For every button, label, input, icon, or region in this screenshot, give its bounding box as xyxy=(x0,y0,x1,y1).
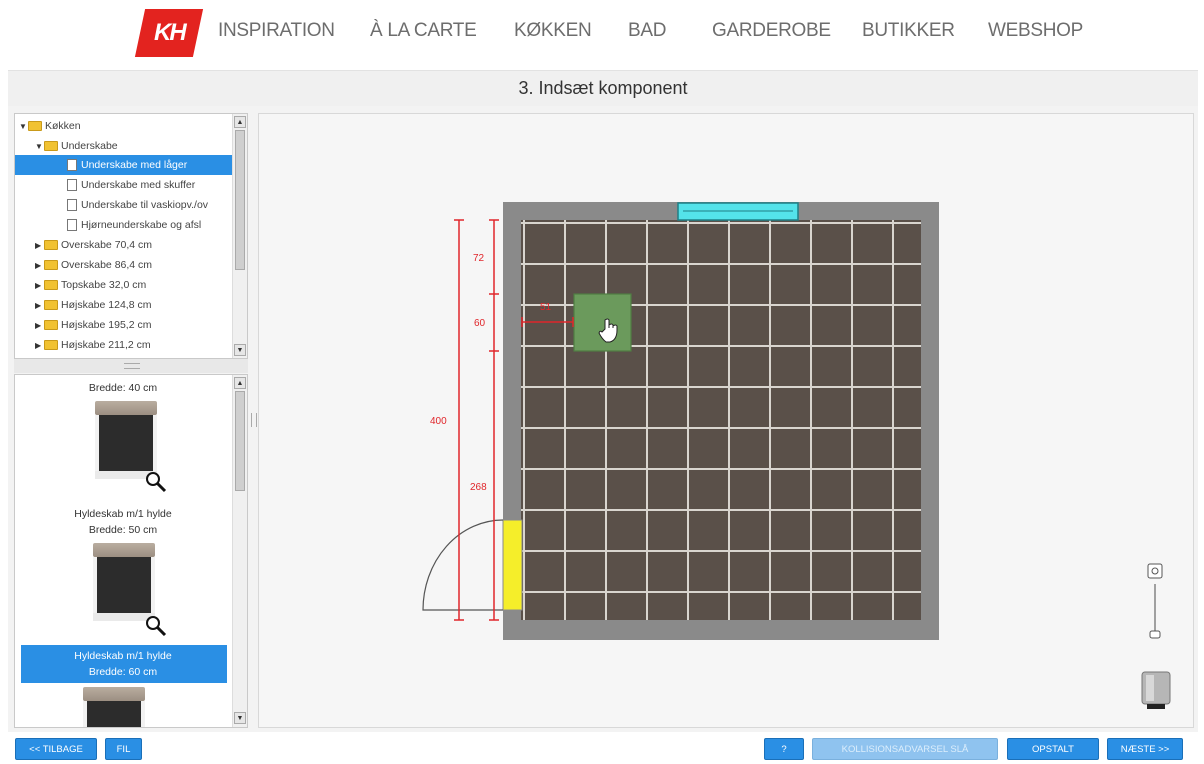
file-button[interactable]: FIL xyxy=(105,738,142,760)
tree-item-hojskabe-195[interactable]: ▶ Højskabe 195,2 cm xyxy=(35,315,233,335)
dimension-component: 60 xyxy=(474,318,486,329)
tree-item-underskabe-med-skuffer[interactable]: Underskabe med skuffer xyxy=(67,175,233,195)
tree-item-label: Topskabe 32,0 cm xyxy=(61,279,147,291)
folder-icon xyxy=(44,141,58,151)
tree-item-topskabe[interactable]: ▶ Topskabe 32,0 cm xyxy=(35,275,233,295)
expand-right-icon[interactable]: ▶ xyxy=(35,241,44,250)
tree-item-label: Underskabe xyxy=(61,140,118,152)
product-width-label: Bredde: 50 cm xyxy=(88,524,158,536)
elevation-button[interactable]: OPSTALT xyxy=(1007,738,1099,760)
category-tree: ▼ Køkken ▼ Underskabe Underskabe med låg… xyxy=(14,113,248,359)
document-icon xyxy=(67,159,77,171)
dimension-top: 72 xyxy=(473,253,485,264)
tree-item-label: Højskabe 195,2 cm xyxy=(61,319,152,331)
document-icon xyxy=(67,179,77,191)
expand-down-icon[interactable]: ▼ xyxy=(19,122,28,131)
tree-item-hojskabe-211[interactable]: ▶ Højskabe 211,2 cm xyxy=(35,335,233,355)
zoom-magnifier-icon[interactable] xyxy=(145,615,167,637)
scrollbar-thumb[interactable] xyxy=(235,391,245,491)
document-icon xyxy=(67,199,77,211)
tree-item-label: Hjørneunderskabe og afsl xyxy=(81,219,202,231)
expand-right-icon[interactable]: ▶ xyxy=(35,321,44,330)
expand-right-icon[interactable]: ▶ xyxy=(35,281,44,290)
door-swing-arc xyxy=(422,519,504,611)
product-thumbnail-40[interactable] xyxy=(95,401,157,479)
dimension-offset: 51 xyxy=(540,302,552,313)
folder-icon xyxy=(44,240,58,250)
tree-item-underskabe-med-lager[interactable]: Underskabe med låger xyxy=(15,155,233,175)
room-floor[interactable] xyxy=(521,220,921,620)
zoom-magnifier-icon[interactable] xyxy=(145,471,167,493)
vertical-splitter[interactable] xyxy=(248,113,258,726)
scroll-up-icon[interactable]: ▲ xyxy=(234,116,246,128)
product-thumbnail-60[interactable] xyxy=(83,687,145,727)
tree-item-overskabe-70[interactable]: ▶ Overskabe 70,4 cm xyxy=(35,235,233,255)
next-button[interactable]: NÆSTE >> xyxy=(1107,738,1183,760)
dimension-bottom: 268 xyxy=(470,482,487,493)
zoom-slider-handle[interactable] xyxy=(1149,630,1161,639)
expand-right-icon[interactable]: ▶ xyxy=(35,301,44,310)
tree-item-label: Højskabe 211,2 cm xyxy=(61,339,151,351)
tree-item-label: Underskabe med låger xyxy=(81,159,188,171)
horizontal-splitter[interactable] xyxy=(14,359,248,373)
folder-icon xyxy=(28,121,42,131)
nav-a-la-carte[interactable]: À LA CARTE xyxy=(370,20,477,42)
tree-item-label: Underskabe til vaskiopv./ov xyxy=(81,199,209,211)
folder-icon xyxy=(44,260,58,270)
product-name-label: Hyldeskab m/1 hylde xyxy=(74,508,172,520)
document-icon xyxy=(67,219,77,231)
folder-icon xyxy=(44,300,58,310)
nav-webshop[interactable]: WEBSHOP xyxy=(988,20,1083,42)
scroll-down-icon[interactable]: ▼ xyxy=(234,344,246,356)
folder-icon xyxy=(44,280,58,290)
grip-icon xyxy=(124,363,140,369)
top-navigation: KH INSPIRATION À LA CARTE KØKKEN BAD GAR… xyxy=(0,0,1204,68)
product-thumbnail-50[interactable] xyxy=(93,543,155,621)
nav-bad[interactable]: BAD xyxy=(628,20,666,42)
placed-cabinet[interactable] xyxy=(573,293,632,352)
tree-scrollbar[interactable]: ▲ ▼ xyxy=(232,114,247,358)
nav-garderobe[interactable]: GARDEROBE xyxy=(712,20,831,42)
product-list-scrollbar[interactable]: ▲ ▼ xyxy=(232,375,247,727)
tree-item-hjorneunderskabe[interactable]: Hjørneunderskabe og afsl xyxy=(67,215,233,235)
step-title-bar: 3. Indsæt komponent xyxy=(8,70,1198,107)
nav-kokken[interactable]: KØKKEN xyxy=(514,20,592,42)
scrollbar-thumb[interactable] xyxy=(235,130,245,270)
tree-item-underskabe-vask[interactable]: Underskabe til vaskiopv./ov xyxy=(67,195,233,215)
tree-item-label: Køkken xyxy=(45,120,81,132)
door[interactable] xyxy=(502,519,523,611)
floor-plan-canvas[interactable]: 400 72 60 51 268 xyxy=(258,113,1194,728)
tree-item-hojskabe-124[interactable]: ▶ Højskabe 124,8 cm xyxy=(35,295,233,315)
dimension-total: 400 xyxy=(430,416,447,427)
expand-right-icon[interactable]: ▶ xyxy=(35,341,44,350)
product-name-label: Hyldeskab m/1 hylde xyxy=(74,650,172,662)
product-list: Bredde: 40 cm Hyldeskab m/1 hylde Bredde… xyxy=(14,374,248,728)
tree-item-label: Højskabe 124,8 cm xyxy=(61,299,152,311)
grip-icon xyxy=(251,413,257,427)
tree-item-overskabe-86[interactable]: ▶ Overskabe 86,4 cm xyxy=(35,255,233,275)
floor-plan-drawing[interactable]: 400 72 60 51 268 xyxy=(259,114,1193,727)
nav-butikker[interactable]: BUTIKKER xyxy=(862,20,955,42)
tree-item-label: Underskabe med skuffer xyxy=(81,179,196,191)
tree-item-label: Overskabe 70,4 cm xyxy=(61,239,153,251)
folder-icon xyxy=(44,340,58,350)
help-button[interactable]: ? xyxy=(764,738,804,760)
tree-item-underskabe[interactable]: ▼ Underskabe xyxy=(35,136,233,156)
tree-item-kokken[interactable]: ▼ Køkken xyxy=(19,116,233,136)
folder-icon xyxy=(44,320,58,330)
expand-down-icon[interactable]: ▼ xyxy=(35,142,44,151)
scroll-down-icon[interactable]: ▼ xyxy=(234,712,246,724)
page-title: 3. Indsæt komponent xyxy=(518,78,688,98)
nav-inspiration[interactable]: INSPIRATION xyxy=(218,20,335,42)
trash-bin-icon[interactable] xyxy=(1141,671,1171,709)
product-width-label: Bredde: 60 cm xyxy=(88,666,158,678)
product-width-label: Bredde: 40 cm xyxy=(88,382,158,394)
scroll-up-icon[interactable]: ▲ xyxy=(234,377,246,389)
back-button[interactable]: << TILBAGE xyxy=(15,738,97,760)
collision-warning-button[interactable]: KOLLISIONSADVARSEL SLÅ xyxy=(812,738,998,760)
expand-right-icon[interactable]: ▶ xyxy=(35,261,44,270)
tree-item-label: Overskabe 86,4 cm xyxy=(61,259,153,271)
zoom-fit-icon[interactable] xyxy=(1147,563,1163,579)
brand-logo[interactable]: KH xyxy=(134,9,204,57)
